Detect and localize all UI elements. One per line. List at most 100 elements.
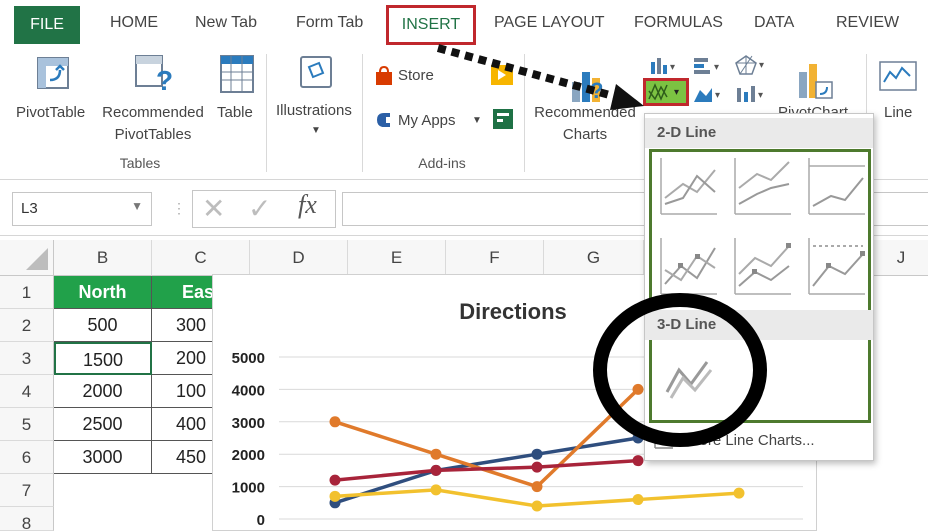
cell-b3[interactable]: 1500 [54, 342, 152, 375]
chart-data-point[interactable] [430, 464, 442, 476]
cancel-icon[interactable]: ✕ [202, 192, 225, 225]
svg-text:▾: ▾ [759, 60, 764, 71]
column-header-e[interactable]: E [348, 240, 446, 276]
excel-window: FILE HOME New Tab Form Tab INSERT PAGE L… [0, 0, 928, 531]
pivot-table-icon [37, 57, 69, 89]
row-header-2[interactable]: 2 [0, 309, 54, 342]
chart-y-tick-label: 5000 [232, 350, 265, 367]
cell-c3[interactable]: 200 [152, 342, 212, 375]
tab-new-tab[interactable]: New Tab [195, 14, 257, 32]
cell-b1[interactable]: North [54, 276, 152, 309]
cell-b5[interactable]: 2500 [54, 408, 152, 441]
tab-page-layout[interactable]: PAGE LAYOUT [494, 14, 605, 32]
row-header-1[interactable]: 1 [0, 276, 54, 309]
chart-data-point[interactable] [329, 474, 341, 486]
sparkline-line-button[interactable]: Line [884, 102, 912, 124]
chart-data-point[interactable] [531, 461, 543, 473]
column-header-c[interactable]: C [152, 240, 250, 276]
pivot-table-button[interactable]: PivotTable [16, 102, 85, 124]
chart-data-point[interactable] [430, 484, 442, 496]
recommended-pivottables-label-2: PivotTables [114, 126, 192, 143]
row-header-3[interactable]: 3 [0, 342, 54, 375]
insert-function-button[interactable]: fx [298, 190, 317, 220]
column-chart-icon[interactable]: ▾ [648, 56, 680, 76]
tab-form-tab[interactable]: Form Tab [296, 14, 363, 32]
cell-c2[interactable]: 300 [152, 309, 212, 342]
recommended-charts-label-2: Charts [562, 126, 608, 143]
svg-text:▾: ▾ [674, 87, 679, 98]
column-header-j[interactable]: J [874, 240, 928, 276]
column-header-f[interactable]: F [446, 240, 544, 276]
select-all-corner[interactable] [0, 240, 54, 276]
chart-y-tick-label: 2000 [232, 447, 265, 464]
table-button[interactable]: Table [217, 102, 253, 124]
chart-data-point[interactable] [632, 494, 644, 506]
cell-c6[interactable]: 450 [152, 441, 212, 474]
line-chart-icon: ▾ [648, 83, 679, 101]
table-icon [220, 55, 254, 93]
ribbon-separator [266, 54, 267, 172]
chart-data-point[interactable] [531, 481, 543, 493]
name-box[interactable]: L3 ▼ [12, 192, 152, 226]
chart-data-point[interactable] [632, 455, 644, 467]
line-with-markers-option-icon[interactable] [657, 234, 721, 298]
cell-b2[interactable]: 500 [54, 309, 152, 342]
chart-data-point[interactable] [531, 448, 543, 460]
store-button[interactable]: Store [398, 65, 434, 87]
100-stacked-line-markers-option-icon[interactable] [805, 234, 869, 298]
column-header-b[interactable]: B [54, 240, 152, 276]
cell-c1[interactable]: Eas [152, 276, 212, 309]
tab-formulas[interactable]: FORMULAS [634, 14, 723, 32]
pivot-chart-icon [799, 64, 833, 99]
cell-b6[interactable]: 3000 [54, 441, 152, 474]
recommended-pivottables-label-1: Recommended [102, 104, 204, 121]
chart-y-ticks: 0 1000 2000 3000 4000 5000 [232, 350, 265, 529]
bar-chart-icon[interactable]: ▾ [692, 56, 724, 76]
stock-chart-icon[interactable]: ▾ [734, 84, 766, 104]
chart-y-tick-label: 1000 [232, 480, 265, 497]
enter-check-icon[interactable]: ✓ [248, 192, 271, 225]
line-chart-option-icon[interactable] [657, 154, 721, 218]
cell-b4[interactable]: 2000 [54, 375, 152, 408]
section-2d-line: 2-D Line [645, 118, 873, 148]
area-chart-icon[interactable]: ▾ [692, 84, 724, 104]
row-header-6[interactable]: 6 [0, 441, 54, 474]
tab-file[interactable]: FILE [14, 6, 80, 44]
column-header-d[interactable]: D [250, 240, 348, 276]
radar-chart-icon[interactable]: ▾ [734, 54, 768, 76]
chart-data-point[interactable] [430, 448, 442, 460]
svg-text:▾: ▾ [758, 90, 763, 101]
stacked-line-markers-option-icon[interactable] [731, 234, 795, 298]
formula-bar-grip-icon: ⋮ [172, 200, 186, 216]
recommended-pivottables-button[interactable]: Recommended PivotTables [98, 102, 208, 146]
annotation-arrow [436, 44, 644, 110]
chart-data-point[interactable] [733, 487, 745, 499]
tab-data[interactable]: DATA [754, 14, 794, 32]
cell-c5[interactable]: 400 [152, 408, 212, 441]
chart-y-tick-label: 3000 [232, 415, 265, 432]
svg-text:▾: ▾ [670, 62, 675, 73]
chart-data-point[interactable] [329, 490, 341, 502]
tab-home[interactable]: HOME [110, 14, 158, 32]
tab-review[interactable]: REVIEW [836, 14, 899, 32]
stacked-line-option-icon[interactable] [731, 154, 795, 218]
illustrations-icon [300, 56, 332, 88]
tab-insert[interactable]: INSERT [386, 5, 476, 45]
addins-group-label: Add-ins [418, 155, 466, 171]
ribbon-separator [362, 54, 363, 172]
sparkline-line-icon [879, 61, 917, 91]
row-header-5[interactable]: 5 [0, 408, 54, 441]
name-box-dropdown-icon[interactable]: ▼ [131, 199, 143, 213]
column-header-g[interactable]: G [544, 240, 644, 276]
select-all-triangle-icon [26, 248, 48, 270]
row-header-7[interactable]: 7 [0, 474, 54, 507]
row-header-4[interactable]: 4 [0, 375, 54, 408]
chart-data-point[interactable] [531, 500, 543, 512]
chart-y-tick-label: 4000 [232, 382, 265, 399]
cell-c4[interactable]: 100 [152, 375, 212, 408]
100-stacked-line-option-icon[interactable] [805, 154, 869, 218]
chart-data-point[interactable] [329, 416, 341, 428]
illustrations-button[interactable]: Illustrations [276, 100, 352, 122]
row-header-8[interactable]: 8 [0, 507, 54, 531]
chart-title: Directions [459, 299, 567, 324]
